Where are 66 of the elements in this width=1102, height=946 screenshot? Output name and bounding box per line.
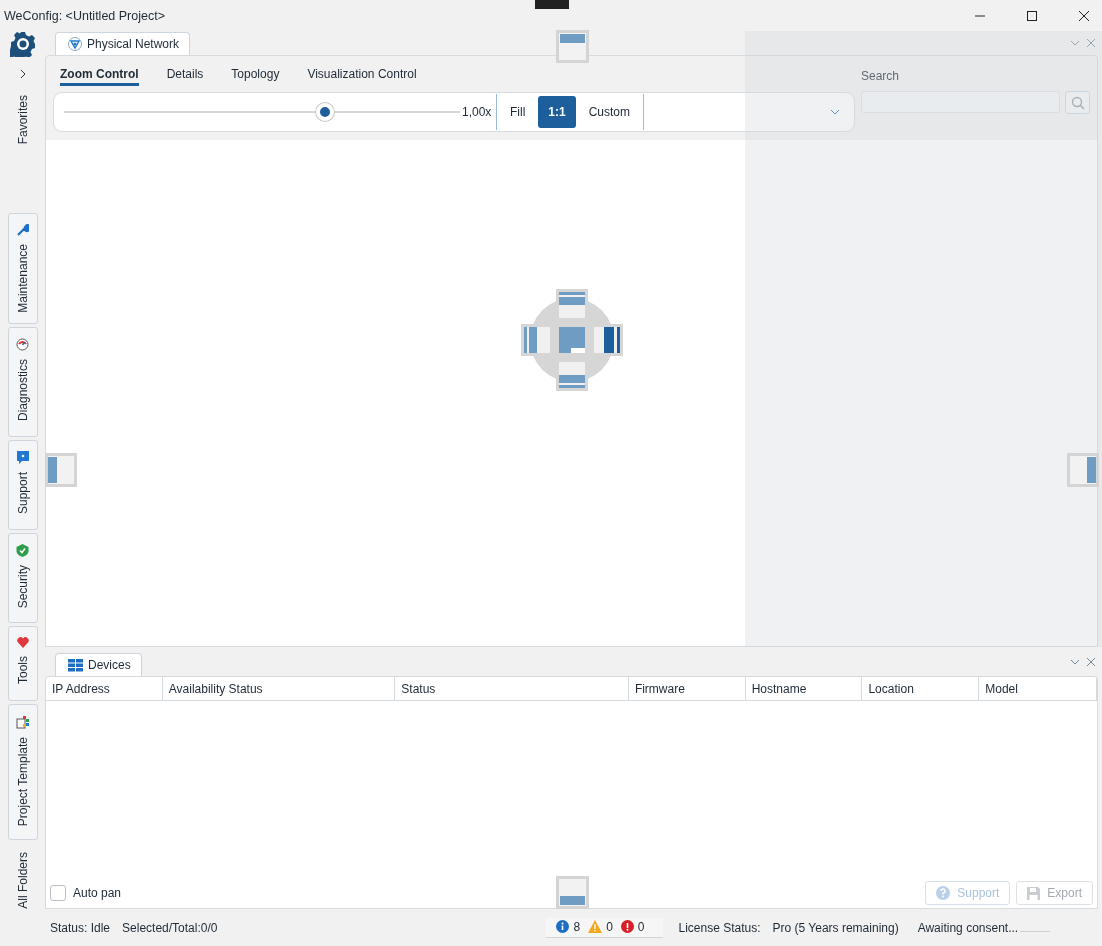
chevron-down-icon (830, 109, 840, 115)
drag-handle-icon[interactable] (535, 0, 569, 9)
help-icon (16, 451, 29, 465)
search-icon (1070, 95, 1085, 110)
status-text: Status: Idle (50, 920, 111, 935)
all-folders-label[interactable]: All Folders (15, 852, 30, 910)
heart-icon (16, 637, 29, 649)
license-value: Pro (5 Years remaining) (772, 920, 899, 935)
document-tab[interactable]: Physical Network (55, 32, 191, 55)
maximize-icon[interactable] (1026, 9, 1038, 22)
error-count: 0 (637, 919, 645, 934)
expand-icon[interactable] (18, 69, 27, 79)
selection-count: Selected/Total:0/0 (122, 920, 218, 935)
dock-right-icon[interactable] (1067, 453, 1099, 487)
sidebar-tab[interactable]: Support (7, 440, 38, 531)
search-button[interactable] (1065, 91, 1090, 114)
info-count: 8 (573, 919, 581, 934)
zoom-mode-button[interactable]: 1:1 (538, 96, 576, 128)
sidebar-tab[interactable]: Project Template (7, 704, 38, 841)
message-counts[interactable]: 8 0 0 (546, 917, 663, 938)
warning-icon (588, 920, 603, 933)
warning-count: 0 (606, 919, 613, 934)
column-header[interactable]: Model (979, 677, 1097, 700)
ribbon-tab[interactable]: Visualization Control (307, 67, 417, 83)
dock-guide-drawing[interactable] (521, 289, 623, 391)
save-icon (1027, 886, 1041, 900)
ribbon-tab[interactable]: Details (166, 67, 204, 83)
ribbon-tab[interactable]: Zoom Control (60, 67, 139, 86)
sidebar-tab[interactable]: Tools (7, 626, 38, 702)
collapse-icon[interactable] (1070, 38, 1080, 48)
dock-top-icon[interactable] (556, 30, 589, 63)
template-icon (15, 715, 30, 730)
dock-bottom-icon[interactable] (556, 876, 589, 909)
auto-pan-label: Auto pan (73, 886, 122, 900)
search-label: Search (861, 69, 901, 85)
settings-icon[interactable] (9, 31, 36, 57)
devices-tab[interactable]: Devices (55, 653, 142, 676)
zoom-mode-button[interactable]: Fill (503, 96, 533, 128)
help-icon (936, 886, 951, 900)
zoom-mode-button[interactable]: Custom (581, 96, 637, 128)
error-icon (620, 920, 634, 933)
grid-icon (68, 658, 83, 672)
column-header[interactable]: Hostname (745, 677, 863, 700)
favorites-label[interactable]: Favorites (15, 95, 30, 145)
column-header[interactable]: Status (395, 677, 629, 700)
column-header[interactable]: IP Address (46, 677, 163, 700)
column-header[interactable]: Location (862, 677, 980, 700)
wrench-icon (16, 224, 29, 237)
window-title: WeConfig: <Untitled Project> (4, 8, 165, 23)
shield-check-icon (16, 544, 29, 558)
sidebar-tab[interactable]: Diagnostics (7, 327, 38, 438)
ribbon-tab[interactable]: Topology (231, 67, 280, 83)
auto-pan-checkbox[interactable] (50, 885, 66, 901)
slider-thumb[interactable] (316, 103, 335, 121)
sidebar-tab[interactable]: Maintenance (7, 213, 38, 325)
column-header[interactable]: Availability Status (162, 677, 396, 700)
network-icon (68, 37, 82, 51)
info-icon (556, 920, 570, 933)
dock-left-icon[interactable] (45, 453, 77, 487)
consent-status: Awaiting consent... (917, 920, 1019, 935)
sidebar-tab[interactable]: Security (7, 533, 38, 624)
gauge-icon (16, 338, 29, 352)
zoom-reading: 1,00x (462, 105, 490, 119)
column-header[interactable]: Firmware (628, 677, 746, 700)
close-icon[interactable] (1078, 9, 1090, 22)
license-label: License Status: (678, 920, 761, 935)
